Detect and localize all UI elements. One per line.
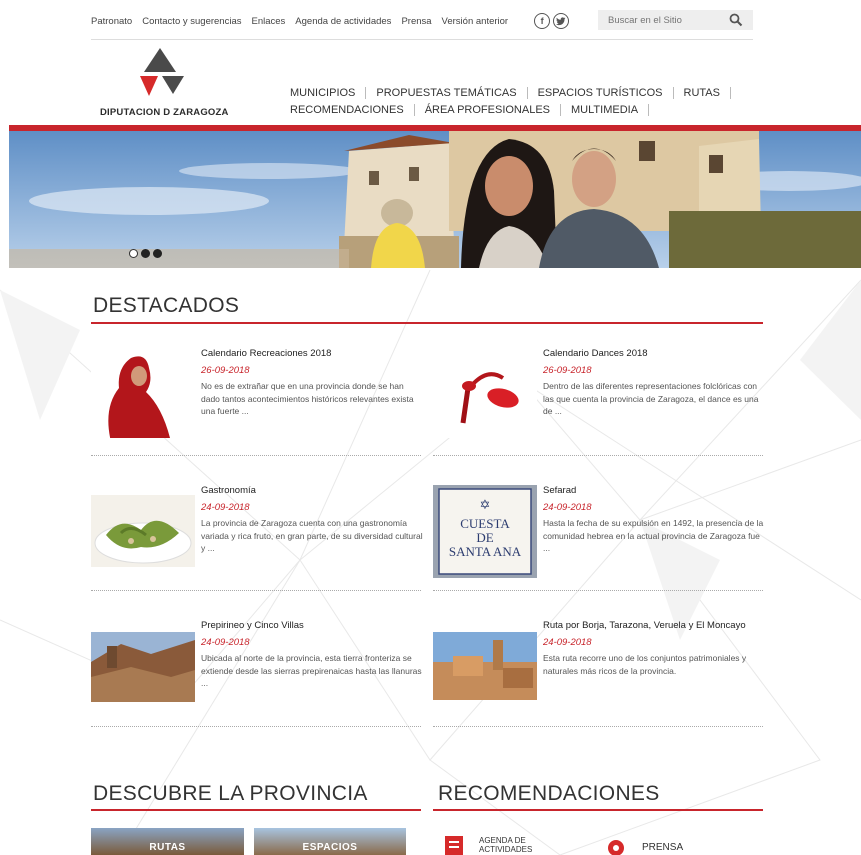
card-description: La provincia de Zaragoza cuenta con una …	[201, 518, 423, 553]
hero-pagination	[129, 249, 162, 258]
card-date: 24-09-2018	[543, 637, 592, 648]
nav-item-municipios[interactable]: MUNICIPIOS	[290, 86, 367, 99]
card-description: No es de extrañar que en una provincia d…	[201, 381, 414, 416]
rec-prensa[interactable]: PRENSA	[606, 836, 683, 855]
card-thumbnail: ✡ CUESTA DE SANTA ANA	[433, 485, 537, 578]
nav-item-propuestas-tematicas[interactable]: PROPUESTAS TEMÁTICAS	[366, 86, 528, 99]
slide-dot-1[interactable]	[129, 249, 138, 258]
logo-text: DIPUTACION D ZARAGOZA	[100, 107, 229, 118]
card-title[interactable]: Sefarad	[543, 485, 576, 496]
section-title-recomendaciones: RECOMENDACIONES	[438, 782, 660, 805]
slide-dot-2[interactable]	[141, 249, 150, 258]
card-separator	[91, 590, 421, 591]
calendar-icon	[445, 836, 463, 855]
card-description: Hasta la fecha de su expulsión en 1492, …	[543, 518, 764, 553]
card-separator	[91, 726, 421, 727]
featured-card[interactable]: Gastronomía 24-09-2018 La provincia de Z…	[91, 485, 423, 615]
sign-text: CUESTA DE SANTA ANA	[433, 517, 537, 559]
nav-item-area-profesionales[interactable]: ÁREA PROFESIONALES	[415, 103, 562, 116]
rec-label: PRENSA	[642, 841, 684, 853]
card-title[interactable]: Gastronomía	[201, 485, 256, 496]
sign-line: SANTA ANA	[448, 544, 522, 559]
tile-label: RUTAS	[149, 842, 186, 853]
nav-item-recomendaciones[interactable]: RECOMENDACIONES	[290, 103, 415, 116]
top-link-patronato[interactable]: Patronato	[91, 16, 132, 27]
card-date: 24-09-2018	[201, 502, 250, 513]
card-title[interactable]: Calendario Dances 2018	[543, 348, 648, 359]
twitter-icon[interactable]	[553, 13, 570, 29]
tile-espacios[interactable]: ESPACIOS	[254, 828, 406, 855]
search-input[interactable]	[608, 14, 726, 26]
facebook-icon[interactable]: f	[534, 13, 551, 29]
card-thumbnail	[433, 632, 537, 700]
card-description: Dentro de las diferentes representacione…	[543, 381, 759, 416]
card-thumbnail	[91, 348, 195, 438]
nav-row-2: RECOMENDACIONES ÁREA PROFESIONALES MULTI…	[290, 101, 760, 118]
tile-label: ESPACIOS	[302, 842, 358, 853]
nav-item-multimedia[interactable]: MULTIMEDIA	[561, 103, 650, 116]
featured-card[interactable]: Ruta por Borja, Tarazona, Veruela y El M…	[433, 620, 763, 750]
social-links: f	[534, 13, 570, 29]
logo-mark	[140, 48, 184, 96]
card-date: 24-09-2018	[543, 502, 592, 513]
top-divider	[91, 39, 753, 40]
section-title-descubre: DESCUBRE LA PROVINCIA	[93, 782, 368, 805]
hero-image	[9, 131, 861, 268]
featured-card[interactable]: Prepirineo y Cinco Villas 24-09-2018 Ubi…	[91, 620, 422, 750]
slide-dot-3[interactable]	[153, 249, 162, 258]
card-date: 26-09-2018	[201, 365, 250, 376]
featured-card[interactable]: ✡ CUESTA DE SANTA ANA Sefarad 24-09-2018…	[433, 485, 763, 615]
card-description: Esta ruta recorre uno de los conjuntos p…	[543, 653, 747, 676]
search-icon[interactable]	[729, 13, 743, 27]
svg-text:✡: ✡	[480, 498, 491, 513]
top-link-contacto[interactable]: Contacto y sugerencias	[142, 16, 241, 27]
card-title[interactable]: Calendario Recreaciones 2018	[201, 348, 331, 359]
top-link-version-anterior[interactable]: Versión anterior	[442, 16, 509, 27]
featured-card[interactable]: Calendario Dances 2018 26-09-2018 Dentro…	[433, 348, 763, 478]
nav-item-espacios-turisticos[interactable]: ESPACIOS TURÍSTICOS	[528, 86, 674, 99]
featured-card[interactable]: Calendario Recreaciones 2018 26-09-2018 …	[91, 348, 421, 478]
rec-label: AGENDA DE ACTIVIDADES	[479, 836, 533, 854]
card-separator	[433, 726, 763, 727]
tile-rutas[interactable]: RUTAS	[91, 828, 244, 855]
card-thumbnail	[91, 495, 195, 567]
section-rule-destacados	[91, 322, 763, 324]
rec-agenda[interactable]: AGENDA DE ACTIVIDADES	[443, 834, 549, 855]
card-separator	[433, 455, 763, 456]
hero-slider[interactable]	[9, 131, 861, 268]
nav-row-1: MUNICIPIOS PROPUESTAS TEMÁTICAS ESPACIOS…	[290, 84, 760, 101]
card-description: Ubicada al norte de la provincia, esta t…	[201, 653, 422, 688]
section-rule-recomendaciones	[433, 809, 763, 811]
card-date: 26-09-2018	[543, 365, 592, 376]
card-thumbnail	[433, 348, 537, 438]
top-link-agenda[interactable]: Agenda de actividades	[295, 16, 391, 27]
section-title-destacados: DESTACADOS	[93, 294, 240, 317]
section-rule-descubre	[91, 809, 421, 811]
card-title[interactable]: Ruta por Borja, Tarazona, Veruela y El M…	[543, 620, 746, 631]
card-thumbnail	[91, 632, 195, 702]
nav-item-rutas[interactable]: RUTAS	[674, 86, 731, 99]
card-title[interactable]: Prepirineo y Cinco Villas	[201, 620, 304, 631]
top-utility-bar: Patronato Contacto y sugerencias Enlaces…	[91, 10, 753, 32]
card-date: 24-09-2018	[201, 637, 250, 648]
top-link-prensa[interactable]: Prensa	[401, 16, 431, 27]
site-logo[interactable]: DIPUTACION D ZARAGOZA	[100, 46, 240, 121]
sign-line: DE	[476, 530, 494, 545]
press-icon	[608, 840, 624, 855]
search-box	[598, 10, 753, 30]
card-separator	[91, 455, 421, 456]
sign-line: CUESTA	[460, 516, 510, 531]
card-separator	[433, 590, 763, 591]
top-link-enlaces[interactable]: Enlaces	[251, 16, 285, 27]
main-navigation: MUNICIPIOS PROPUESTAS TEMÁTICAS ESPACIOS…	[290, 84, 760, 118]
